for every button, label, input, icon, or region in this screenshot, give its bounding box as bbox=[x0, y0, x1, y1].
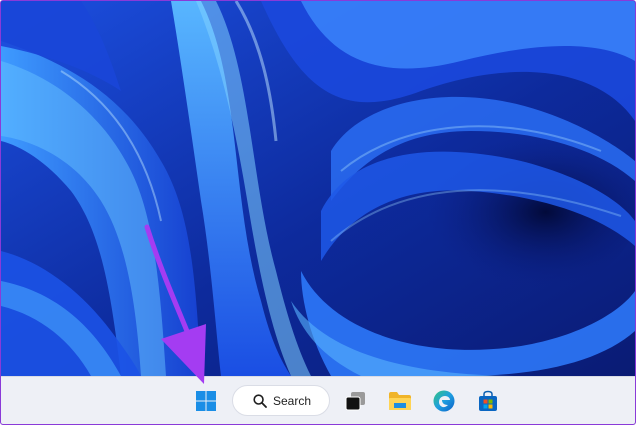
microsoft-store-icon bbox=[479, 390, 497, 411]
magnifier-icon bbox=[253, 393, 267, 408]
edge-icon bbox=[433, 390, 455, 412]
search-box[interactable]: Search bbox=[232, 385, 330, 416]
file-explorer-icon bbox=[389, 392, 411, 410]
start-button[interactable] bbox=[191, 386, 221, 416]
task-view-icon bbox=[345, 392, 365, 411]
windows-start-icon bbox=[196, 391, 216, 411]
taskbar: Search bbox=[1, 376, 635, 424]
desktop-wallpaper bbox=[1, 1, 635, 376]
task-view-button[interactable] bbox=[340, 386, 370, 416]
search-label: Search bbox=[273, 393, 312, 408]
microsoft-store-button[interactable] bbox=[473, 386, 503, 416]
file-explorer-button[interactable] bbox=[385, 386, 415, 416]
edge-button[interactable] bbox=[429, 386, 459, 416]
desktop-screen: Search bbox=[0, 0, 636, 425]
